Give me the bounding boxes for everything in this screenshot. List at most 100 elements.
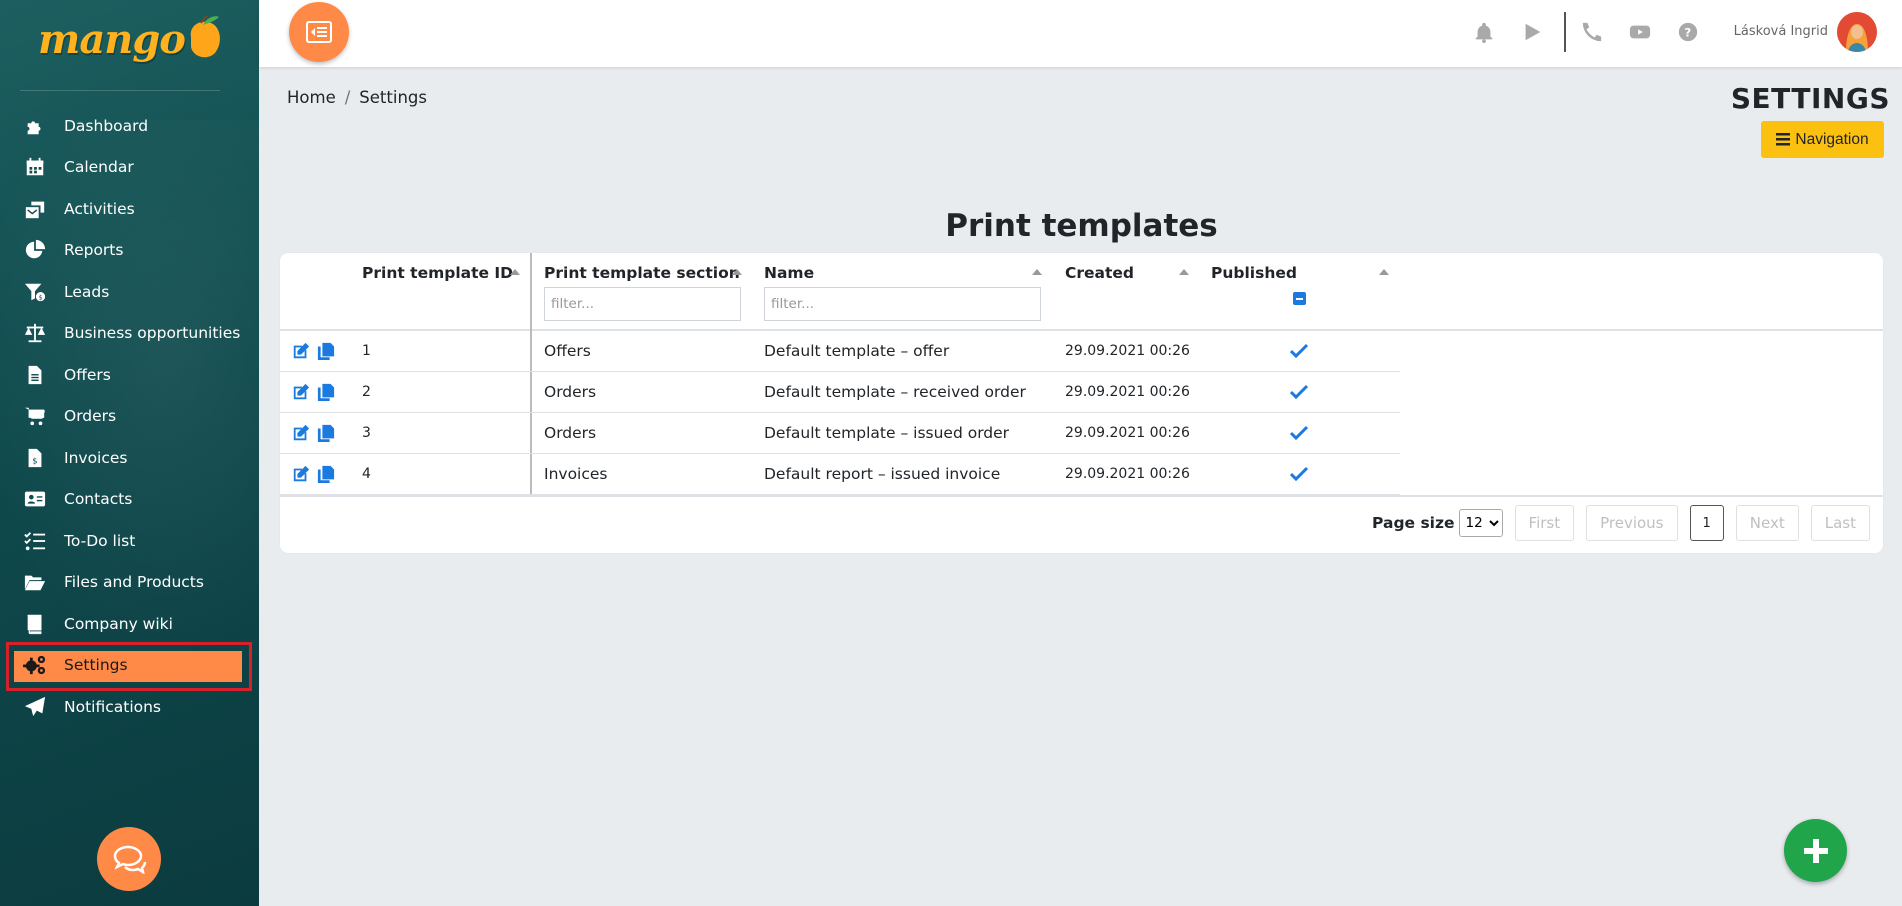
sidebar-item-label: Contacts — [64, 490, 133, 509]
grid-title: Print templates — [945, 208, 1218, 244]
logo-text: mango — [38, 16, 186, 63]
breadcrumb-home[interactable]: Home — [287, 88, 336, 107]
copy-icon[interactable] — [317, 424, 335, 442]
sidebar-item-invoices[interactable]: $ Invoices — [0, 437, 259, 479]
sidebar-item-label: Activities — [64, 199, 135, 218]
sidebar-item-label: Settings — [64, 656, 128, 675]
table-row[interactable]: 3 Orders Default template – issued order… — [280, 413, 1400, 454]
sidebar-item-label: Invoices — [64, 448, 128, 467]
sidebar-item-leads[interactable]: $ Leads — [0, 271, 259, 313]
add-template-button[interactable] — [1784, 819, 1847, 882]
avatar[interactable] — [1837, 11, 1877, 52]
question-icon[interactable]: ? — [1664, 12, 1712, 52]
column-header-id[interactable]: Print template ID — [362, 264, 513, 282]
breadcrumb-separator: / — [344, 88, 351, 107]
sidebar-toggle-button[interactable] — [289, 2, 349, 62]
sidebar-item-label: Business opportunities — [64, 324, 241, 343]
funnel-dollar-icon: $ — [22, 280, 48, 304]
play-icon[interactable] — [1508, 12, 1556, 52]
edit-icon[interactable] — [292, 465, 310, 483]
user-name[interactable]: Lásková Ingrid — [1734, 24, 1828, 39]
page-size-label: Page size — [1372, 514, 1455, 532]
address-card-icon — [22, 487, 48, 511]
section-filter-input[interactable] — [544, 287, 741, 321]
copy-icon[interactable] — [317, 465, 335, 483]
edit-icon[interactable] — [292, 342, 310, 360]
previous-page-button[interactable]: Previous — [1586, 505, 1678, 541]
breadcrumb: Home / Settings — [287, 88, 427, 107]
comments-icon — [113, 845, 147, 874]
column-header-name[interactable]: Name — [764, 264, 814, 282]
name-filter-input[interactable] — [764, 287, 1041, 321]
logo[interactable]: mango — [38, 14, 225, 63]
sidebar-item-label: To-Do list — [64, 531, 136, 550]
last-page-button[interactable]: Last — [1810, 505, 1870, 541]
sidebar-item-contacts[interactable]: Contacts — [0, 479, 259, 521]
cell-section: Invoices — [544, 465, 608, 483]
cell-created: 29.09.2021 00:26 — [1065, 466, 1190, 482]
first-page-button[interactable]: First — [1514, 505, 1575, 541]
cell-section: Offers — [544, 342, 591, 360]
svg-text:$: $ — [39, 293, 43, 301]
sort-arrow-icon[interactable] — [510, 269, 520, 275]
table-row[interactable]: 1 Offers Default template – offer 29.09.… — [280, 331, 1400, 372]
sidebar-item-orders[interactable]: Orders — [0, 396, 259, 438]
sidebar-item-offers[interactable]: Offers — [0, 354, 259, 396]
sidebar-nav: Dashboard Calendar Activities Reports $ … — [0, 105, 259, 728]
sidebar-item-calendar[interactable]: Calendar — [0, 147, 259, 189]
sidebar-item-settings[interactable]: Settings — [0, 641, 259, 691]
cell-name: Default report – issued invoice — [764, 465, 1001, 483]
sort-arrow-icon[interactable] — [1032, 269, 1042, 275]
scales-icon — [22, 321, 48, 345]
phone-icon[interactable] — [1568, 12, 1616, 52]
calendar-icon — [22, 155, 48, 179]
folder-open-icon — [22, 570, 48, 594]
next-page-button[interactable]: Next — [1735, 505, 1799, 541]
checkmark-icon — [1289, 425, 1309, 445]
sidebar-item-label: Company wiki — [64, 614, 173, 633]
sort-arrow-icon[interactable] — [1179, 269, 1189, 275]
youtube-icon[interactable] — [1616, 12, 1664, 52]
puzzle-icon — [22, 114, 48, 138]
table-row[interactable]: 2 Orders Default template – received ord… — [280, 372, 1400, 413]
sort-arrow-icon[interactable] — [1379, 269, 1389, 275]
page-title: SETTINGS — [1730, 82, 1890, 115]
sidebar-item-reports[interactable]: Reports — [0, 230, 259, 272]
cell-created: 29.09.2021 00:26 — [1065, 425, 1190, 441]
sort-arrow-icon[interactable] — [732, 269, 742, 275]
sidebar-item-activities[interactable]: Activities — [0, 188, 259, 230]
published-filter-checkbox[interactable] — [1293, 292, 1306, 305]
current-page-button[interactable]: 1 — [1689, 505, 1724, 541]
cell-created: 29.09.2021 00:26 — [1065, 343, 1190, 359]
header-actions: ? Lásková Ingrid — [1460, 0, 1902, 63]
copy-icon[interactable] — [317, 383, 335, 401]
table-row[interactable]: 4 Invoices Default report – issued invoi… — [280, 454, 1400, 495]
sidebar-item-notifications[interactable]: Notifications — [0, 686, 259, 728]
sidebar-item-todo-list[interactable]: To-Do list — [0, 520, 259, 562]
column-header-created[interactable]: Created — [1065, 264, 1134, 282]
sidebar-item-label: Files and Products — [64, 573, 204, 592]
checkmark-icon — [1289, 343, 1309, 363]
grid-bottom-border — [280, 495, 1883, 497]
column-header-section[interactable]: Print template section — [544, 264, 740, 282]
sidebar-item-label: Calendar — [64, 158, 134, 177]
page-size-select[interactable]: 12 — [1458, 509, 1503, 537]
edit-icon[interactable] — [292, 383, 310, 401]
cell-section: Orders — [544, 383, 597, 401]
sidebar-item-business-opportunities[interactable]: Business opportunities — [0, 313, 259, 355]
navigation-button[interactable]: Navigation — [1761, 121, 1884, 158]
cell-name: Default template – issued order — [764, 424, 1010, 442]
activities-icon — [22, 197, 48, 221]
sidebar-item-company-wiki[interactable]: Company wiki — [0, 603, 259, 645]
print-templates-grid: Print template ID Print template section… — [280, 253, 1883, 553]
bell-icon[interactable] — [1460, 12, 1508, 52]
grid-header: Print template ID Print template section… — [280, 253, 1883, 331]
copy-icon[interactable] — [317, 342, 335, 360]
chat-button[interactable] — [97, 827, 161, 891]
tasks-icon — [22, 529, 48, 553]
column-header-published[interactable]: Published — [1211, 264, 1297, 282]
sidebar-item-dashboard[interactable]: Dashboard — [0, 105, 259, 147]
edit-icon[interactable] — [292, 424, 310, 442]
svg-text:?: ? — [1684, 25, 1691, 39]
sidebar-item-files-and-products[interactable]: Files and Products — [0, 562, 259, 604]
